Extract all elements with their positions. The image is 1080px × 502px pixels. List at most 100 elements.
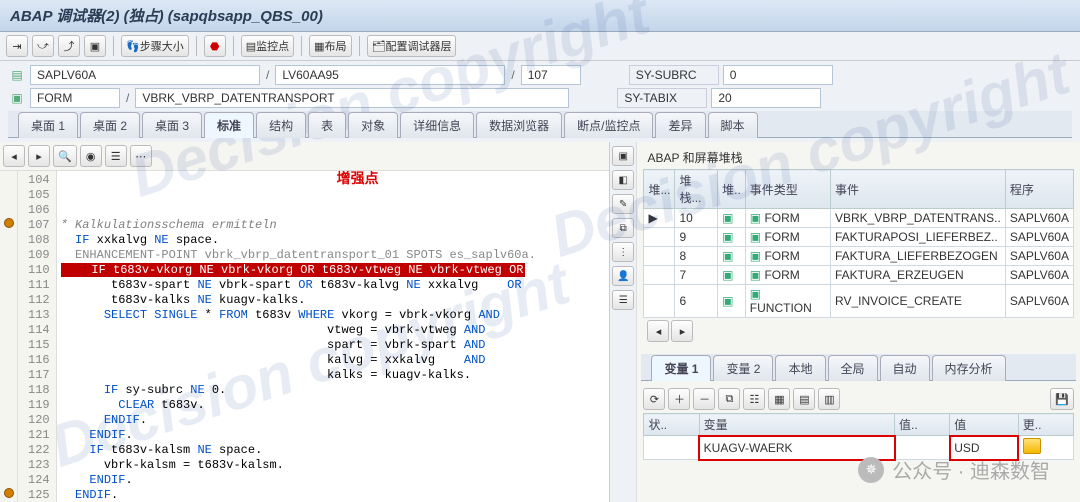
tab-标准[interactable]: 标准 bbox=[204, 112, 254, 138]
var-tab-自动[interactable]: 自动 bbox=[880, 355, 930, 381]
stack-row[interactable]: 7▣▣ FORMFAKTURA_ERZEUGENSAPLV60A bbox=[644, 266, 1074, 285]
code-line[interactable]: IF t683v-vkorg NE vbrk-vkorg OR t683v-vt… bbox=[61, 263, 605, 278]
tab-桌面 2[interactable]: 桌面 2 bbox=[80, 112, 140, 138]
var-tab-变量 2[interactable]: 变量 2 bbox=[713, 355, 773, 381]
scroll-left-icon[interactable]: ◂ bbox=[647, 320, 669, 342]
event-kind-field[interactable]: FORM bbox=[30, 88, 120, 108]
code-line[interactable]: ENDIF. bbox=[61, 473, 605, 488]
nav-back-icon[interactable]: ◂ bbox=[3, 145, 25, 167]
code-line[interactable]: t683v-spart NE vbrk-spart OR t683v-kalvg… bbox=[61, 278, 605, 293]
code-line[interactable]: IF xxkalvg NE space. bbox=[61, 233, 605, 248]
code-line[interactable]: spart = vbrk-spart AND bbox=[61, 338, 605, 353]
code-line[interactable]: kalvg = xxkalvg AND bbox=[61, 353, 605, 368]
breakpoint-icon[interactable] bbox=[4, 218, 14, 228]
tool-icon[interactable]: ⧉ bbox=[612, 218, 634, 238]
event-name-field[interactable]: VBRK_VBRP_DATENTRANSPORT bbox=[135, 88, 569, 108]
var-edit[interactable] bbox=[1018, 436, 1073, 460]
tab-结构[interactable]: 结构 bbox=[256, 112, 306, 138]
var-save-icon[interactable]: 💾 bbox=[1050, 388, 1074, 410]
step-into-icon[interactable]: ⇥ bbox=[6, 35, 28, 57]
code-line[interactable]: kalks = kuagv-kalks. bbox=[61, 368, 605, 383]
code-line[interactable]: IF sy-subrc NE 0. bbox=[61, 383, 605, 398]
code-line[interactable]: ENDIF. bbox=[61, 428, 605, 443]
stack-row[interactable]: 6▣▣ FUNCTIONRV_INVOICE_CREATESAPLV60A bbox=[644, 285, 1074, 318]
stack-col-header[interactable]: 事件类型 bbox=[745, 170, 830, 209]
breakpoint-gutter[interactable] bbox=[0, 171, 18, 502]
tool-icon[interactable]: 👤 bbox=[612, 266, 634, 286]
line-number-field[interactable]: 107 bbox=[521, 65, 581, 85]
var-col-header[interactable]: 值 bbox=[950, 414, 1019, 436]
code-line[interactable]: ENDIF. bbox=[61, 413, 605, 428]
main-program-field[interactable]: SAPLV60A bbox=[30, 65, 260, 85]
stack-col-header[interactable]: 堆栈... bbox=[675, 170, 718, 209]
var-sort-icon[interactable]: ▥ bbox=[818, 388, 840, 410]
code-line[interactable]: ENHANCEMENT-POINT vbrk_vbrp_datentranspo… bbox=[61, 248, 605, 263]
var-tab-变量 1[interactable]: 变量 1 bbox=[651, 355, 711, 381]
tab-桌面 1[interactable]: 桌面 1 bbox=[18, 112, 78, 138]
var-name[interactable]: KUAGV-WAERK bbox=[699, 436, 894, 460]
stack-col-header[interactable]: 程序 bbox=[1005, 170, 1073, 209]
breakpoint-icon[interactable] bbox=[4, 488, 14, 498]
call-stack-table[interactable]: 堆...堆栈...堆..事件类型事件程序 ▶10▣▣ FORMVBRK_VBRP… bbox=[643, 169, 1074, 318]
tool-icon[interactable]: ▣ bbox=[612, 146, 634, 166]
var-tree-icon[interactable]: ☷ bbox=[743, 388, 765, 410]
var-tab-本地[interactable]: 本地 bbox=[775, 355, 825, 381]
tab-桌面 3[interactable]: 桌面 3 bbox=[142, 112, 202, 138]
more-icon[interactable]: ☰ bbox=[105, 145, 127, 167]
tab-脚本[interactable]: 脚本 bbox=[708, 112, 758, 138]
code-line[interactable]: t683v-kalks NE kuagv-kalks. bbox=[61, 293, 605, 308]
var-copy-icon[interactable]: ⧉ bbox=[718, 388, 740, 410]
pencil-icon[interactable] bbox=[1023, 438, 1041, 454]
var-grid-icon[interactable]: ▦ bbox=[768, 388, 790, 410]
tab-表[interactable]: 表 bbox=[308, 112, 346, 138]
scroll-right-icon[interactable]: ▸ bbox=[671, 320, 693, 342]
stack-col-header[interactable]: 堆.. bbox=[718, 170, 746, 209]
tab-详细信息[interactable]: 详细信息 bbox=[400, 112, 474, 138]
var-add-icon[interactable]: ＋ bbox=[668, 388, 690, 410]
stop-icon[interactable]: ⬣ bbox=[204, 35, 226, 57]
code-lines[interactable]: 增强点 * Kalkulationsschema ermitteln IF xx… bbox=[57, 171, 609, 502]
variable-table[interactable]: 状..变量值..值更.. KUAGV-WAERK USD bbox=[643, 413, 1074, 460]
step-out-icon[interactable]: ⤴ bbox=[58, 35, 80, 57]
include-program-field[interactable]: LV60AA95 bbox=[275, 65, 505, 85]
tool-icon[interactable]: ◧ bbox=[612, 170, 634, 190]
stack-row[interactable]: 9▣▣ FORMFAKTURAPOSI_LIEFERBEZ..SAPLV60A bbox=[644, 228, 1074, 247]
code-line[interactable]: IF t683v-kalsm NE space. bbox=[61, 443, 605, 458]
bp-toggle-icon[interactable]: ◉ bbox=[80, 145, 102, 167]
step-over-icon[interactable]: ⤻ bbox=[32, 35, 54, 57]
var-del-icon[interactable]: － bbox=[693, 388, 715, 410]
var-refresh-icon[interactable]: ⟳ bbox=[643, 388, 665, 410]
var-tab-全局[interactable]: 全局 bbox=[828, 355, 878, 381]
more-icon[interactable]: ⋯ bbox=[130, 145, 152, 167]
code-line[interactable]: * Kalkulationsschema ermitteln bbox=[61, 218, 605, 233]
stack-col-header[interactable]: 事件 bbox=[831, 170, 1006, 209]
tool-icon[interactable]: ☰ bbox=[612, 290, 634, 310]
stack-row[interactable]: ▶10▣▣ FORMVBRK_VBRP_DATENTRANS..SAPLV60A bbox=[644, 209, 1074, 228]
var-col-header[interactable]: 值.. bbox=[895, 414, 950, 436]
step-size-button[interactable]: 👣 步骤大小 bbox=[121, 35, 189, 57]
layout-button[interactable]: ▦ 布局 bbox=[309, 35, 351, 57]
variable-row[interactable]: KUAGV-WAERK USD bbox=[644, 436, 1074, 460]
continue-icon[interactable]: ▣ bbox=[84, 35, 106, 57]
code-line[interactable]: vbrk-kalsm = t683v-kalsm. bbox=[61, 458, 605, 473]
code-line[interactable]: SELECT SINGLE * FROM t683v WHERE vkorg =… bbox=[61, 308, 605, 323]
code-line[interactable]: ENDIF. bbox=[61, 488, 605, 502]
tool-icon[interactable]: ⋮ bbox=[612, 242, 634, 262]
stack-row[interactable]: 8▣▣ FORMFAKTURA_LIEFERBEZOGENSAPLV60A bbox=[644, 247, 1074, 266]
var-col-header[interactable]: 变量 bbox=[699, 414, 894, 436]
nav-fwd-icon[interactable]: ▸ bbox=[28, 145, 50, 167]
tab-差异[interactable]: 差异 bbox=[655, 112, 705, 138]
config-layer-button[interactable]: 🗂 配置调试器层 bbox=[367, 35, 457, 57]
code-line[interactable]: vtweg = vbrk-vtweg AND bbox=[61, 323, 605, 338]
tab-对象[interactable]: 对象 bbox=[348, 112, 398, 138]
code-line[interactable]: CLEAR t683v. bbox=[61, 398, 605, 413]
tab-断点/监控点[interactable]: 断点/监控点 bbox=[564, 112, 653, 138]
tab-数据浏览器[interactable]: 数据浏览器 bbox=[476, 112, 562, 138]
tool-icon[interactable]: ✎ bbox=[612, 194, 634, 214]
watchpoint-button[interactable]: ▤ 监控点 bbox=[241, 35, 294, 57]
find-icon[interactable]: 🔍 bbox=[53, 145, 77, 167]
var-col-header[interactable]: 状.. bbox=[644, 414, 699, 436]
var-value[interactable]: USD bbox=[950, 436, 1019, 460]
var-col-header[interactable]: 更.. bbox=[1018, 414, 1073, 436]
var-tab-内存分析[interactable]: 内存分析 bbox=[932, 355, 1006, 381]
